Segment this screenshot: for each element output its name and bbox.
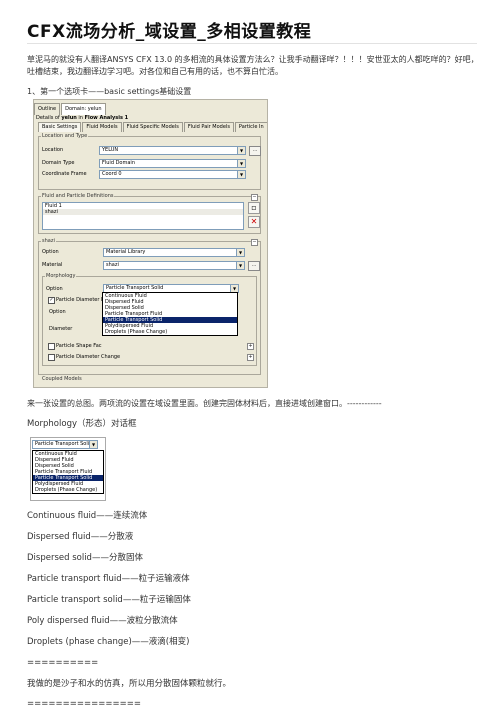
document-page: CFX流场分析_域设置_多相设置教程 草泥马的就没有人翻译ANSYS CFX 1… (0, 0, 504, 713)
details-in: in (78, 115, 83, 121)
settings-pane: Basic Settings Fluid Models Fluid Specif… (36, 122, 267, 382)
particle-diameter-checkbox[interactable]: ✓ (48, 297, 55, 304)
material-label: Material (42, 262, 63, 268)
page-title: CFX流场分析_域设置_多相设置教程 (27, 22, 312, 42)
cfx-domain-settings-screenshot: Outline Domain: yelun Details of yelun i… (33, 99, 268, 388)
morphology-dropdown-list: Continuous Fluid Dispersed Fluid Dispers… (32, 450, 104, 494)
definition-item: Dispersed fluid——分散液 (27, 532, 134, 542)
caption-1: 来一张设置的总图。两项流的设置在域设置里面。创建完固体材料后，直接进域创建窗口。… (27, 399, 382, 408)
add-fluid-icon[interactable]: ▫ (248, 202, 260, 214)
location-label: Location (42, 147, 64, 153)
collapse-icon[interactable]: + (247, 354, 254, 361)
option-select[interactable]: Material Library ▼ (103, 248, 245, 257)
chevron-down-icon: ▼ (230, 285, 238, 292)
tab-fluid-pair-models[interactable]: Fluid Pair Models (183, 122, 234, 132)
morphology-label: Morphology (45, 273, 77, 279)
particle-shape-checkbox[interactable] (48, 343, 55, 350)
tab-domain-yelun[interactable]: Domain: yelun (61, 103, 106, 115)
diameter-label: Diameter (49, 326, 73, 332)
domain-type-select[interactable]: Fluid Domain ▼ (99, 159, 246, 168)
tab-particle-injection[interactable]: Particle In (234, 122, 267, 132)
option-label: Option (42, 249, 59, 255)
coupled-models-label: Coupled Models (41, 376, 83, 382)
material-select[interactable]: shazi ▼ (103, 261, 245, 270)
definition-item: Droplets (phase change)——液滴(相变) (27, 637, 190, 647)
conclusion-paragraph: 我做的是沙子和水的仿真，所以用分散固体颗粒就行。 (27, 679, 232, 689)
tab-fluid-specific-models[interactable]: Fluid Specific Models (122, 122, 183, 132)
chevron-down-icon: ▼ (236, 262, 244, 269)
chevron-down-icon: ▼ (89, 441, 97, 448)
fluid-list-item-selected[interactable]: shazi (43, 209, 243, 215)
definition-item: Continuous fluid——连续流体 (27, 511, 148, 521)
material-browse-button[interactable]: ... (248, 261, 260, 271)
details-analysis: Flow Analysis 1 (84, 115, 129, 121)
particle-diameter-change-label: Particle Diameter Change (56, 354, 121, 360)
domain-type-label: Domain Type (42, 160, 75, 166)
separator-2: ================ (27, 699, 141, 709)
morphology-dropdown-screenshot: Particle Transport Solid ▼ Continuous Flu… (30, 437, 106, 501)
material-value: shazi (106, 262, 119, 268)
intro-paragraph: 草泥马的就没有人翻译ANSYS CFX 13.0 的多相流的具体设置方法么？让我… (27, 55, 479, 76)
location-select[interactable]: YELUN ▼ (99, 146, 246, 155)
tab-fluid-models[interactable]: Fluid Models (82, 122, 122, 132)
dropdown-option[interactable]: Droplets (Phase Change) (103, 329, 237, 335)
fluid-definitions-label: Fluid and Particle Definitions (41, 193, 115, 199)
delete-fluid-icon[interactable]: ✕ (248, 216, 260, 228)
step-1-heading: 1、第一个选项卡——basic settings基础设置 (27, 87, 192, 96)
outline-tabs: Outline Domain: yelun (34, 103, 107, 115)
coord-frame-value: Coord 0 (102, 171, 122, 177)
coord-frame-label: Coordinate Frame (42, 171, 87, 177)
collapse-icon[interactable]: − (251, 239, 258, 246)
shazi-label: shazi (41, 238, 56, 244)
dropdown-option[interactable]: Droplets (Phase Change) (33, 487, 103, 493)
location-value: YELUN (102, 147, 119, 153)
domain-type-value: Fluid Domain (102, 160, 135, 166)
morph-option-label: Option (46, 286, 63, 292)
collapse-icon[interactable]: + (247, 343, 254, 350)
morphology-value: Particle Transport Solid (106, 285, 164, 291)
morphology-dropdown-list: Continuous Fluid Dispersed Fluid Dispers… (102, 292, 238, 336)
tab-outline[interactable]: Outline (34, 103, 61, 115)
particle-diameter-label: Particle Diameter D (56, 297, 105, 303)
morphology-heading: Morphology（形态）对话框 (27, 419, 137, 429)
option-value: Material Library (106, 249, 146, 255)
details-domain: yelun (61, 115, 77, 121)
morphology-value: Particle Transport Solid (35, 441, 93, 447)
collapse-icon[interactable]: − (251, 194, 258, 201)
morphology-select[interactable]: Particle Transport Solid ▼ (32, 440, 98, 449)
chevron-down-icon: ▼ (237, 160, 245, 167)
definition-item: Dispersed solid——分散固体 (27, 553, 143, 563)
definition-item: Particle transport fluid——粒子运输液体 (27, 574, 190, 584)
fluid-list: Fluid 1 shazi (42, 202, 244, 230)
coord-frame-select[interactable]: Coord 0 ▼ (99, 170, 246, 179)
chevron-down-icon: ▼ (237, 171, 245, 178)
chevron-down-icon: ▼ (237, 147, 245, 154)
tab-basic-settings[interactable]: Basic Settings (38, 122, 82, 132)
particle-diameter-change-checkbox[interactable] (48, 354, 55, 361)
details-prefix: Details of (36, 115, 60, 121)
pd-option-label: Option (49, 309, 66, 315)
separator-1: ========== (27, 658, 99, 668)
title-divider (27, 43, 477, 44)
chevron-down-icon: ▼ (236, 249, 244, 256)
particle-shape-label: Particle Shape Fac (56, 343, 102, 349)
location-browse-button[interactable]: ... (249, 146, 261, 156)
definition-item: Poly dispersed fluid——波粒分散流体 (27, 616, 178, 626)
location-type-label: Location and Type (41, 133, 89, 139)
details-header: Details of yelun in Flow Analysis 1 (36, 115, 128, 122)
definition-item: Particle transport solid——粒子运输固体 (27, 595, 191, 605)
settings-subtabs: Basic Settings Fluid Models Fluid Specif… (38, 122, 267, 132)
